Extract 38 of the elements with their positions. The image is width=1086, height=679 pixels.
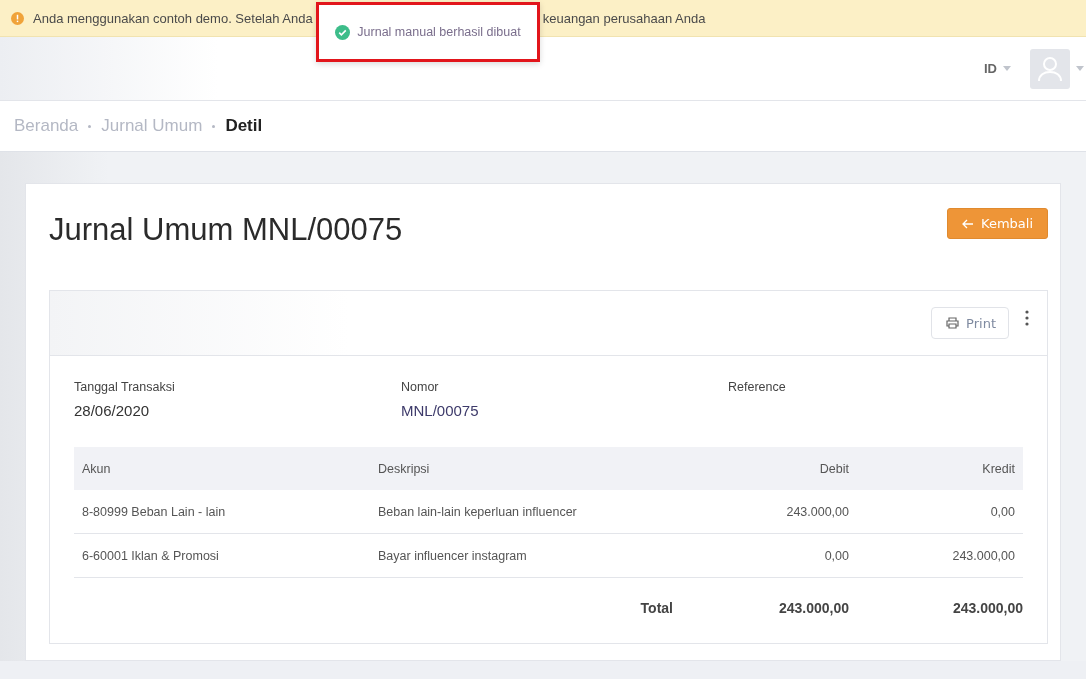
table-cell: 8-80999 Beban Lain - lain [74,490,370,534]
warning-icon [11,11,24,25]
breadcrumb-link[interactable]: Beranda [14,116,79,136]
banner-text: keuangan perusahaan Anda [542,10,706,26]
table-cell: Bayar influencer instagram [370,533,681,578]
page-title: Jurnal Umum MNL/00075 [49,212,403,248]
language-dropdown[interactable]: ID [984,61,1011,76]
print-button[interactable]: Print [931,307,1009,339]
total-value: 243.000,00 [857,577,1023,638]
table-cell: 0,00 [681,533,857,578]
arrow-left-icon [962,218,974,229]
caret-icon [1003,66,1011,71]
caret-icon [1076,66,1084,71]
field-label: Tanggal Transaksi [74,380,176,394]
table-cell: 6-60001 Iklan & Promosi [74,533,370,578]
banner-text: Anda menggunakan contoh demo. Setelah Anda [33,10,313,26]
more-options-icon[interactable] [1025,310,1029,326]
toast-message: Jurnal manual berhasil dibuat [357,25,521,39]
printer-icon [946,317,960,329]
column-header: Kredit [857,447,1023,490]
table-cell: 0,00 [857,490,1023,534]
total-value: 243.000,00 [681,577,857,638]
breadcrumb-link[interactable]: Detil [225,116,263,136]
column-header: Debit [681,447,857,490]
table-cell: 243.000,00 [681,490,857,534]
user-icon [1038,55,1062,82]
field-label: Reference [728,380,787,394]
column-header: Deskripsi [370,447,681,490]
field-value: MNL/00075 [401,402,480,419]
table-cell: 243.000,00 [857,533,1023,578]
column-header: Akun [74,447,370,490]
table-cell: Beban lain-lain keperluan influencer [370,490,681,534]
check-icon [335,24,351,40]
breadcrumb-link[interactable]: Jurnal Umum [101,116,203,136]
total-label: Total [370,577,681,638]
back-button[interactable]: Kembali [947,208,1048,239]
field-value: 28/06/2020 [74,402,151,419]
field-label: Nomor [401,380,440,394]
